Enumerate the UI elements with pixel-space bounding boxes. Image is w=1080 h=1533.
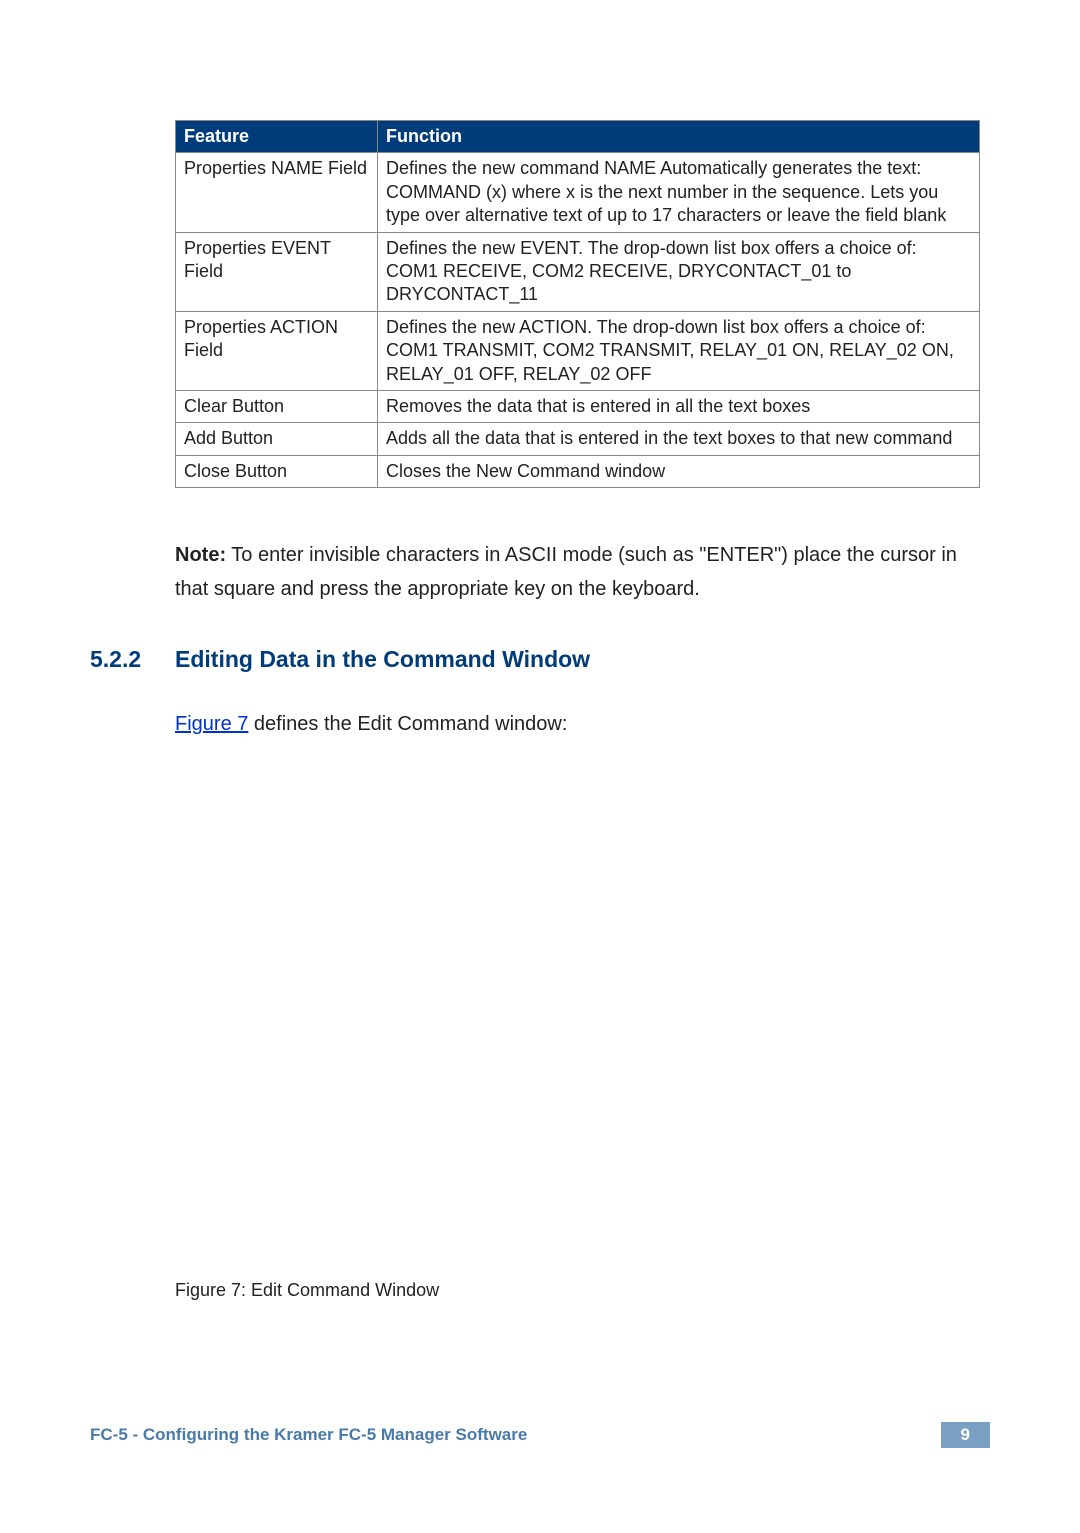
table-header-function: Function xyxy=(378,121,980,153)
cell-function: Closes the New Command window xyxy=(378,455,980,487)
table-row: Close Button Closes the New Command wind… xyxy=(176,455,980,487)
footer-title: FC-5 - Configuring the Kramer FC-5 Manag… xyxy=(90,1425,527,1445)
body-paragraph: Figure 7 defines the Edit Command window… xyxy=(175,708,990,740)
table-row: Add Button Adds all the data that is ent… xyxy=(176,423,980,455)
page-number: 9 xyxy=(941,1422,990,1448)
figure-caption: Figure 7: Edit Command Window xyxy=(175,1280,990,1301)
note-paragraph: Note: To enter invisible characters in A… xyxy=(175,538,990,606)
cell-function: Defines the new ACTION. The drop-down li… xyxy=(378,311,980,390)
cell-feature: Add Button xyxy=(176,423,378,455)
cell-feature: Clear Button xyxy=(176,390,378,422)
figure-7-link[interactable]: Figure 7 xyxy=(175,713,248,735)
cell-function: Defines the new command NAME Automatical… xyxy=(378,153,980,232)
section-number: 5.2.2 xyxy=(90,646,175,673)
cell-feature: Properties ACTION Field xyxy=(176,311,378,390)
note-text: To enter invisible characters in ASCII m… xyxy=(175,544,957,600)
section-title: Editing Data in the Command Window xyxy=(175,646,590,673)
cell-function: Removes the data that is entered in all … xyxy=(378,390,980,422)
page-footer: FC-5 - Configuring the Kramer FC-5 Manag… xyxy=(90,1422,990,1448)
cell-function: Defines the new EVENT. The drop-down lis… xyxy=(378,232,980,311)
note-label: Note: xyxy=(175,544,226,566)
table-row: Clear Button Removes the data that is en… xyxy=(176,390,980,422)
feature-function-table: Feature Function Properties NAME Field D… xyxy=(175,120,980,488)
table-header-feature: Feature xyxy=(176,121,378,153)
cell-feature: Properties EVENT Field xyxy=(176,232,378,311)
cell-function: Adds all the data that is entered in the… xyxy=(378,423,980,455)
table-row: Properties NAME Field Defines the new co… xyxy=(176,153,980,232)
section-heading: 5.2.2 Editing Data in the Command Window xyxy=(90,646,990,673)
table-row: Properties EVENT Field Defines the new E… xyxy=(176,232,980,311)
cell-feature: Close Button xyxy=(176,455,378,487)
cell-feature: Properties NAME Field xyxy=(176,153,378,232)
table-row: Properties ACTION Field Defines the new … xyxy=(176,311,980,390)
body-after-link: defines the Edit Command window: xyxy=(248,713,567,735)
